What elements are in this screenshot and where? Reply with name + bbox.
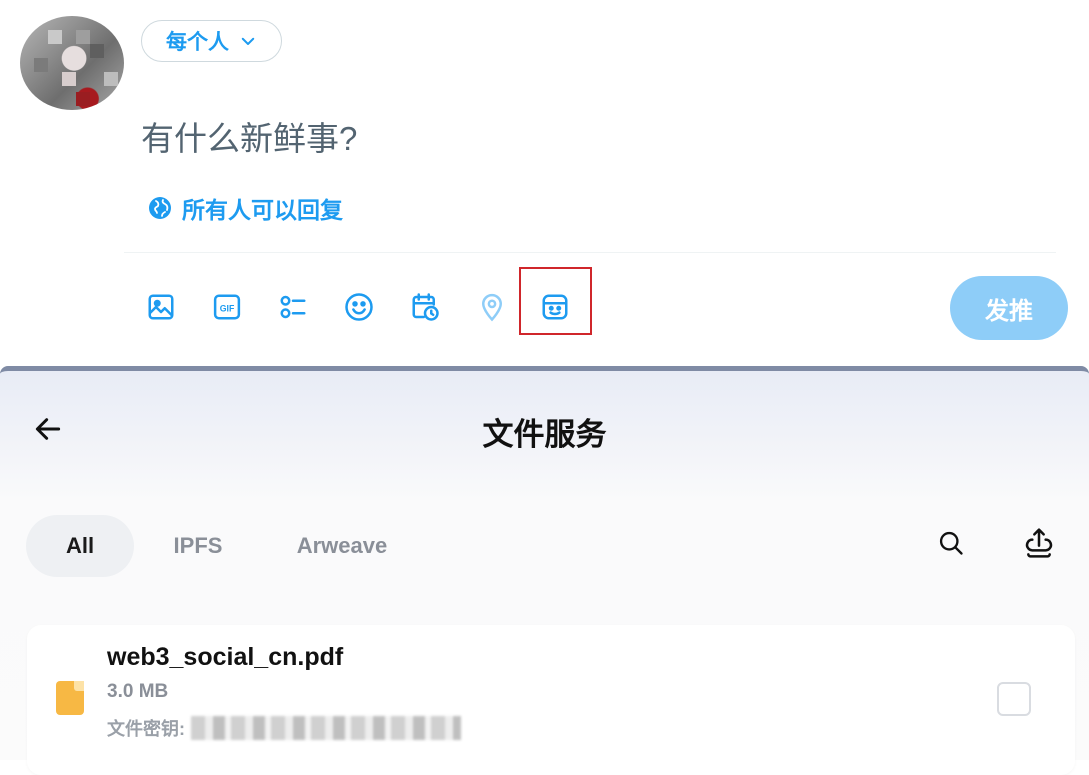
file-list-item[interactable]: web3_social_cn.pdf 3.0 MB 文件密钥: [27,625,1075,775]
tab-ipfs[interactable]: IPFS [150,515,246,577]
location-button[interactable] [475,290,509,324]
file-size: 3.0 MB [107,681,169,702]
search-button[interactable] [934,526,968,560]
emoji-button[interactable] [342,290,376,324]
tweet-text-input[interactable]: 有什么新鲜事? [141,112,357,160]
cloud-upload-icon [1025,528,1053,558]
image-icon [148,294,174,320]
poll-button[interactable] [276,290,310,324]
file-key: 文件密钥: [107,715,461,741]
reply-setting-label: 所有人可以回复 [182,197,343,223]
tab-arweave[interactable]: Arweave [272,515,412,577]
file-icon [56,681,84,715]
emoji-icon [345,293,373,321]
file-select-checkbox[interactable] [997,682,1031,716]
audience-label: 每个人 [166,31,229,54]
poll-icon [280,295,306,319]
post-button[interactable]: 发推 [950,276,1068,340]
svg-text:GIF: GIF [220,303,235,313]
schedule-button[interactable] [408,290,442,324]
avatar[interactable] [20,16,124,110]
search-icon [939,531,963,555]
upload-button[interactable] [1022,526,1056,560]
reply-setting[interactable]: 所有人可以回复 [148,191,343,225]
globe-icon [149,197,171,219]
highlight-box [519,267,592,335]
audience-selector[interactable]: 每个人 [141,20,282,62]
schedule-icon [412,293,439,321]
tab-all[interactable]: All [26,515,134,577]
file-service-panel: 文件服务 All IPFS Arweave web3_social_cn.pdf… [0,366,1089,775]
file-key-label: 文件密钥: [107,719,185,739]
tweet-composer: 每个人 有什么新鲜事? 所有人可以回复 GIF 发推 [0,0,1089,358]
divider [124,252,1056,253]
page-title: 文件服务 [482,417,607,452]
chevron-down-icon [241,37,255,45]
gif-button[interactable]: GIF [210,290,244,324]
location-icon [481,293,503,322]
file-name: web3_social_cn.pdf [107,643,344,671]
file-key-value-redacted [191,716,461,740]
image-button[interactable] [144,290,178,324]
gif-icon: GIF [213,294,241,320]
